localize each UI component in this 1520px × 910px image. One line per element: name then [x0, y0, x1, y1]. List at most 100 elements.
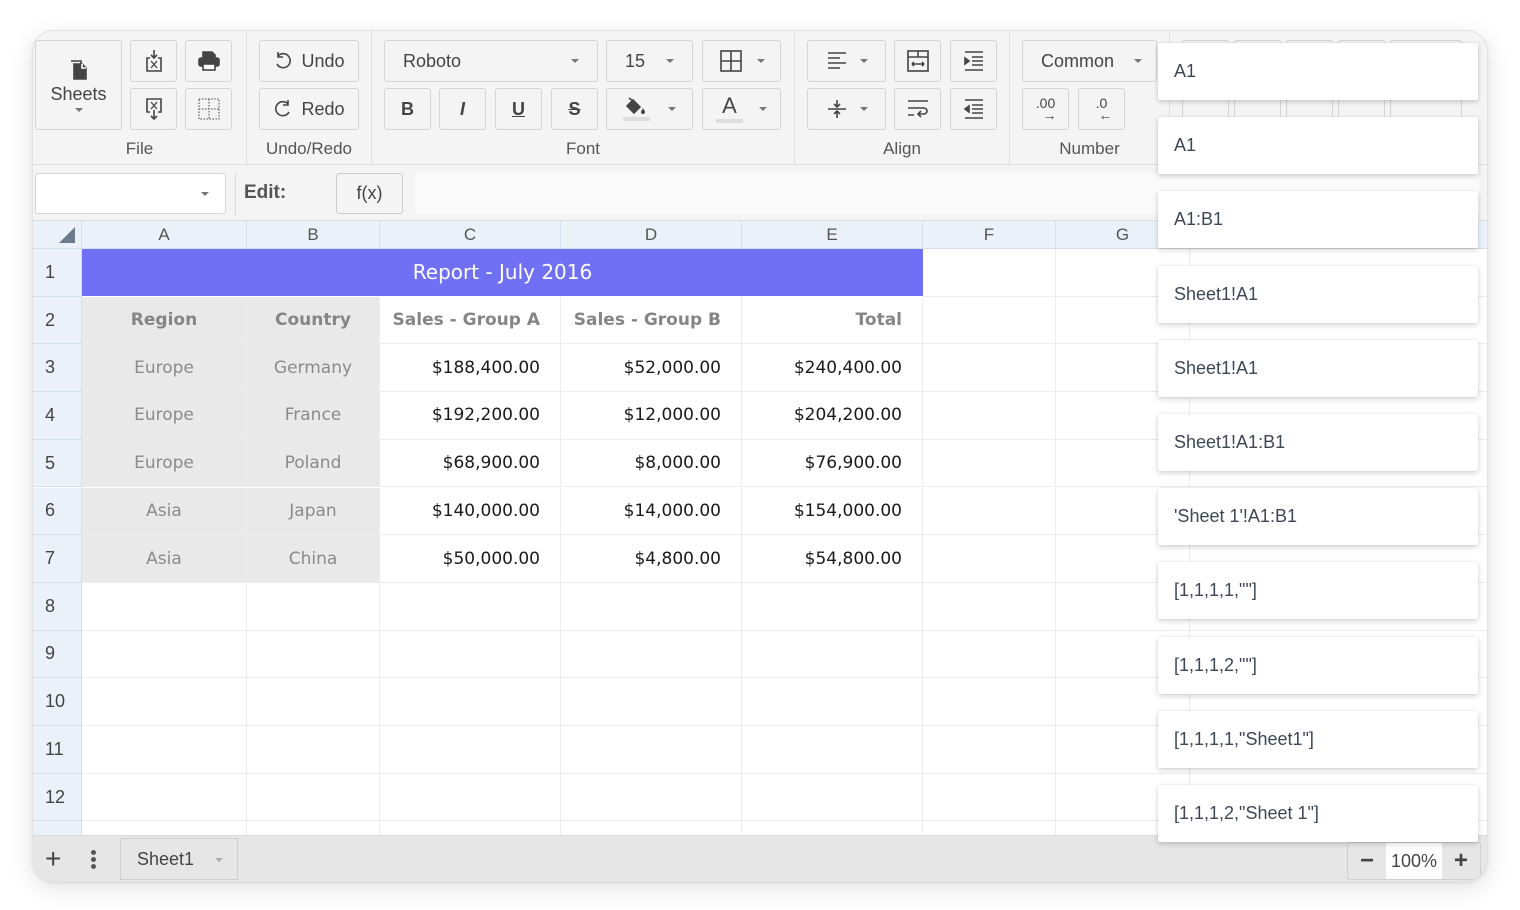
reference-option[interactable]: A1 [1158, 117, 1478, 175]
data-cell[interactable]: Japan [247, 487, 380, 536]
vertical-align-button[interactable] [807, 88, 886, 130]
data-cell[interactable]: $54,800.00 [742, 535, 923, 583]
cell[interactable] [561, 678, 742, 726]
decrease-decimals-button[interactable]: .0 ← [1078, 88, 1125, 130]
fill-color-button[interactable] [606, 88, 693, 130]
column-header-c[interactable]: C [380, 221, 561, 249]
reference-option[interactable]: [1,1,1,1,"Sheet1"] [1158, 710, 1478, 768]
merge-cells-button[interactable] [894, 40, 941, 82]
cell[interactable] [742, 630, 923, 679]
reference-option[interactable]: 'Sheet 1'!A1:B1 [1158, 488, 1478, 546]
column-label-cell[interactable]: Region [82, 296, 247, 345]
data-cell[interactable]: China [247, 535, 380, 583]
data-cell[interactable]: $154,000.00 [742, 487, 923, 536]
cell[interactable] [247, 630, 380, 679]
insert-function-button[interactable]: f(x) [336, 173, 403, 214]
row-header[interactable]: 6 [33, 487, 82, 536]
indent-button[interactable] [950, 40, 997, 82]
cell[interactable] [247, 678, 380, 726]
cell[interactable] [742, 726, 923, 774]
cell[interactable] [82, 630, 247, 679]
data-cell[interactable]: $4,800.00 [561, 535, 742, 583]
cell[interactable] [247, 726, 380, 774]
row-header[interactable]: 7 [33, 535, 82, 583]
reference-option[interactable]: [1,1,1,1,""] [1158, 562, 1478, 620]
data-cell[interactable]: Poland [247, 439, 380, 488]
reference-option[interactable]: Sheet1!A1 [1158, 339, 1478, 397]
data-cell[interactable]: Germany [247, 344, 380, 393]
cell[interactable] [82, 678, 247, 726]
zoom-out-button[interactable]: − [1348, 843, 1386, 879]
sheet-tab-sheet1[interactable]: Sheet1 [120, 838, 238, 880]
reference-option[interactable]: [1,1,1,2,""] [1158, 636, 1478, 694]
cell[interactable] [247, 582, 380, 631]
bold-button[interactable]: B [384, 88, 431, 130]
cell[interactable] [82, 582, 247, 631]
report-title-cell[interactable]: Report - July 2016 [82, 249, 923, 296]
data-cell[interactable]: $12,000.00 [561, 392, 742, 440]
cell[interactable] [923, 630, 1056, 679]
wrap-text-button[interactable] [894, 88, 941, 130]
data-cell[interactable]: Europe [82, 392, 247, 440]
reference-option[interactable]: Sheet1!A1:B1 [1158, 414, 1478, 471]
column-label-cell[interactable]: Total [742, 296, 923, 345]
cell[interactable] [923, 773, 1056, 822]
export-excel-button[interactable] [130, 88, 177, 130]
print-button[interactable] [185, 40, 232, 82]
data-cell[interactable]: $192,200.00 [380, 392, 561, 440]
cell[interactable] [82, 726, 247, 774]
sheets-button[interactable]: Sheets [35, 40, 122, 130]
cell[interactable] [380, 582, 561, 631]
reference-option[interactable]: A1 [1158, 43, 1478, 100]
cell[interactable] [380, 726, 561, 774]
cell[interactable] [82, 773, 247, 822]
cell[interactable] [742, 821, 923, 835]
cell[interactable] [923, 535, 1056, 583]
row-header[interactable]: 12 [33, 773, 82, 822]
reference-option[interactable]: A1:B1 [1158, 191, 1478, 249]
cell[interactable] [923, 726, 1056, 774]
font-family-select[interactable]: Roboto [384, 40, 598, 82]
cell[interactable] [247, 773, 380, 822]
cell[interactable] [742, 582, 923, 631]
text-color-button[interactable]: A [702, 88, 781, 130]
column-header-e[interactable]: E [742, 221, 923, 249]
outdent-button[interactable] [950, 88, 997, 130]
data-cell[interactable]: $204,200.00 [742, 392, 923, 440]
add-sheet-button[interactable]: + [45, 845, 61, 873]
row-header[interactable]: 3 [33, 344, 82, 393]
data-cell[interactable]: France [247, 392, 380, 440]
cell[interactable] [923, 821, 1056, 835]
data-cell[interactable]: Europe [82, 344, 247, 393]
number-format-select[interactable]: Common [1022, 40, 1157, 82]
cell[interactable] [923, 582, 1056, 631]
select-all-corner[interactable] [33, 221, 82, 249]
data-cell[interactable]: $140,000.00 [380, 487, 561, 536]
cell[interactable] [82, 821, 247, 835]
row-header[interactable]: 10 [33, 678, 82, 726]
strikethrough-button[interactable]: S [551, 88, 598, 130]
cell[interactable] [380, 678, 561, 726]
cell[interactable] [923, 487, 1056, 536]
cell[interactable] [247, 821, 380, 835]
row-header[interactable]: 1 [33, 249, 82, 297]
data-cell[interactable]: $8,000.00 [561, 439, 742, 488]
import-excel-button[interactable] [130, 40, 177, 82]
column-header-d[interactable]: D [561, 221, 742, 249]
underline-button[interactable]: U [495, 88, 542, 130]
name-box[interactable] [35, 173, 226, 214]
cell[interactable] [561, 821, 742, 835]
row-header[interactable]: 5 [33, 439, 82, 488]
reference-option[interactable]: Sheet1!A1 [1158, 265, 1478, 323]
italic-button[interactable]: I [439, 88, 486, 130]
row-header[interactable]: 9 [33, 630, 82, 679]
cell[interactable] [923, 249, 1056, 297]
row-header[interactable]: 2 [33, 296, 82, 345]
cell[interactable] [380, 821, 561, 835]
cell[interactable] [380, 773, 561, 822]
column-header-b[interactable]: B [247, 221, 380, 249]
cell[interactable] [923, 678, 1056, 726]
data-cell[interactable]: $68,900.00 [380, 439, 561, 488]
column-label-cell[interactable]: Sales - Group B [561, 296, 742, 345]
zoom-in-button[interactable]: + [1442, 843, 1480, 879]
